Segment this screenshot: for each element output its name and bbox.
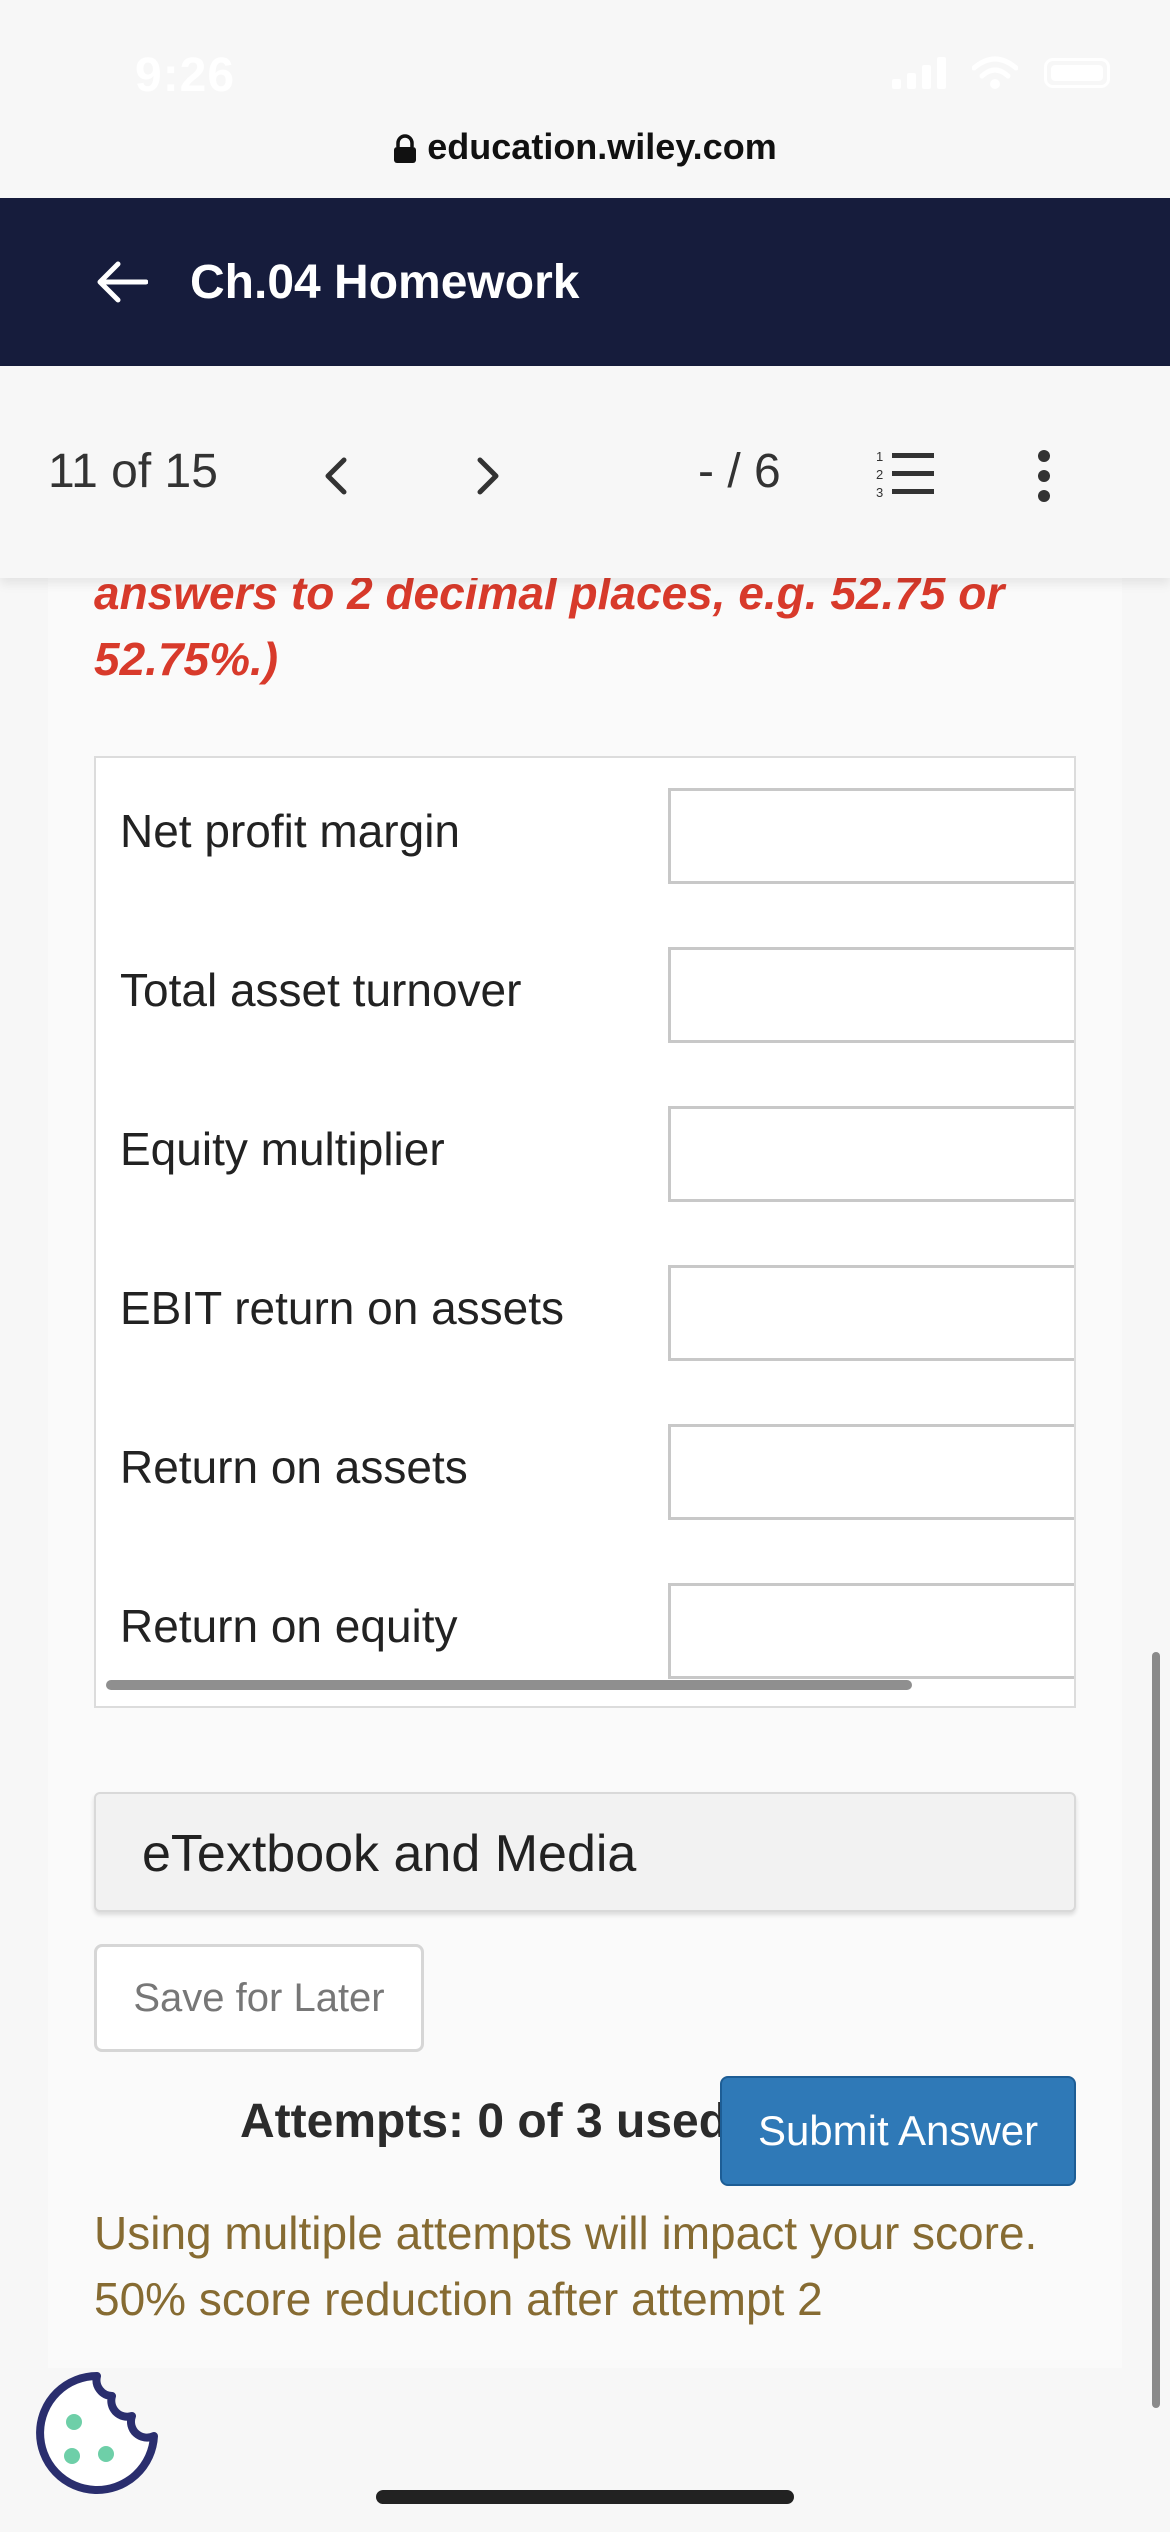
net-profit-margin-input[interactable]: [668, 788, 1074, 884]
equity-multiplier-input[interactable]: [668, 1106, 1074, 1202]
etextbook-media-label: eTextbook and Media: [142, 1825, 637, 1883]
numbered-list-icon[interactable]: 1 2 3: [874, 448, 936, 500]
attempts-text: Attempts: 0 of 3 used: [240, 2095, 729, 2148]
lock-icon: [394, 134, 417, 164]
row-label: Total asset turnover: [120, 964, 522, 1016]
row-label: Equity multiplier: [120, 1123, 445, 1175]
row-label: Return on equity: [120, 1600, 458, 1652]
warning-line-1: Using multiple attempts will impact your…: [94, 2207, 1038, 2259]
cookie-settings-icon[interactable]: [34, 2370, 160, 2496]
etextbook-media-panel[interactable]: eTextbook and Media: [94, 1792, 1076, 1912]
url-text: education.wiley.com: [427, 126, 777, 167]
vertical-scrollbar[interactable]: [1152, 1652, 1160, 2408]
answer-row: EBIT return on assets: [96, 1235, 1074, 1395]
return-on-assets-input[interactable]: [668, 1424, 1074, 1520]
answer-row: Return on assets: [96, 1394, 1074, 1554]
submit-answer-button[interactable]: Submit Answer: [720, 2076, 1076, 2186]
answer-row: Net profit margin: [96, 758, 1074, 918]
question-position: 11 of 15: [48, 445, 218, 498]
answer-row: Equity multiplier: [96, 1076, 1074, 1236]
status-bar: 9:26 education.wiley.com: [0, 0, 1170, 198]
page-title: Ch.04 Homework: [190, 255, 580, 309]
question-nav: 11 of 15 - / 6 1 2 3: [0, 366, 1170, 578]
battery-icon: [1044, 58, 1110, 88]
signal-icon: [892, 57, 946, 89]
home-indicator[interactable]: [376, 2490, 794, 2504]
horizontal-scrollbar[interactable]: [106, 1680, 912, 1690]
warning-line-2: 50% score reduction after attempt 2: [94, 2273, 823, 2325]
svg-text:3: 3: [876, 485, 883, 500]
row-label: Return on assets: [120, 1441, 468, 1493]
save-for-later-button[interactable]: Save for Later: [94, 1944, 424, 2052]
more-vertical-icon[interactable]: [1034, 448, 1054, 504]
total-asset-turnover-input[interactable]: [668, 947, 1074, 1043]
app-header: Ch.04 Homework: [0, 198, 1170, 366]
score-display: - / 6: [698, 445, 781, 498]
answer-grid[interactable]: Net profit margin Total asset turnover E…: [94, 756, 1076, 1708]
url-bar[interactable]: education.wiley.com: [0, 126, 1170, 168]
row-label: EBIT return on assets: [120, 1282, 565, 1334]
wifi-icon: [972, 56, 1018, 89]
question-content: answers to 2 decimal places, e.g. 52.75 …: [48, 567, 1122, 2368]
svg-text:1: 1: [876, 449, 883, 464]
instruction-text: answers to 2 decimal places, e.g. 52.75 …: [94, 567, 1005, 685]
attempt-warning: Using multiple attempts will impact your…: [94, 2200, 1094, 2332]
return-on-equity-input[interactable]: [668, 1583, 1074, 1679]
row-label: Net profit margin: [120, 805, 461, 857]
status-icons: [892, 56, 1110, 90]
status-time: 9:26: [135, 49, 236, 102]
back-arrow-icon[interactable]: [92, 252, 152, 312]
chevron-right-icon[interactable]: [474, 454, 504, 498]
ebit-return-on-assets-input[interactable]: [668, 1265, 1074, 1361]
chevron-left-icon[interactable]: [320, 454, 350, 498]
answer-row: Total asset turnover: [96, 917, 1074, 1077]
svg-text:2: 2: [876, 467, 883, 482]
